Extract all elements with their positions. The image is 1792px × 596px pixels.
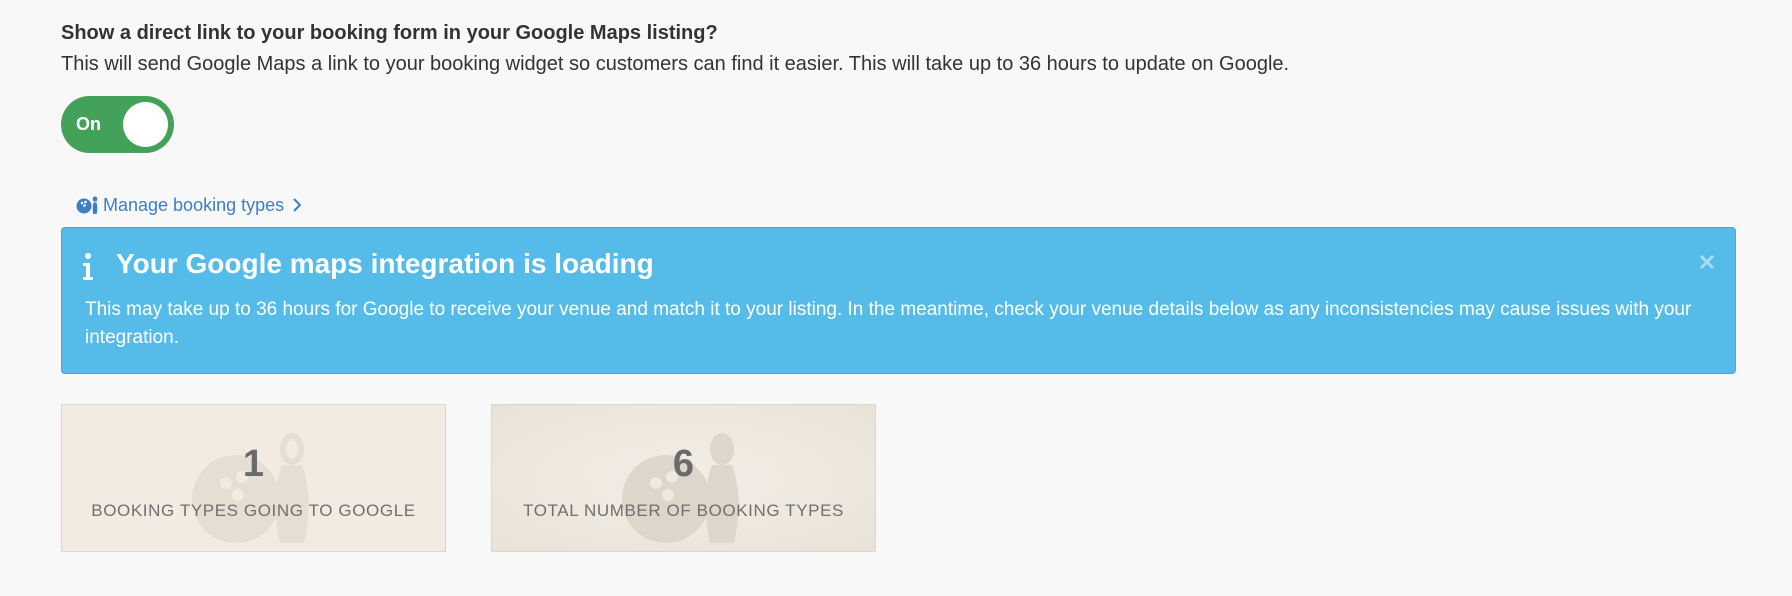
stat-card-google-booking-types: 1 BOOKING TYPES GOING TO GOOGLE bbox=[61, 404, 446, 552]
integration-loading-alert: Your Google maps integration is loading … bbox=[61, 227, 1736, 374]
stat-label: BOOKING TYPES GOING TO GOOGLE bbox=[91, 501, 416, 520]
alert-body: This may take up to 36 hours for Google … bbox=[85, 299, 1692, 348]
manage-link-label: Manage booking types bbox=[103, 194, 285, 215]
setting-description: This will send Google Maps a link to you… bbox=[61, 53, 1290, 75]
info-icon bbox=[83, 253, 93, 280]
toggle-knob bbox=[123, 102, 168, 147]
stat-value: 1 bbox=[242, 443, 265, 485]
manage-booking-types-link[interactable]: Manage booking types bbox=[76, 192, 302, 218]
close-icon[interactable] bbox=[1699, 254, 1715, 270]
bowling-icon bbox=[76, 196, 98, 214]
stat-card-total-booking-types: 6 TOTAL NUMBER OF BOOKING TYPES bbox=[491, 404, 876, 552]
toggle-label: On bbox=[76, 114, 101, 134]
stat-value: 6 bbox=[672, 443, 695, 485]
stat-label: TOTAL NUMBER OF BOOKING TYPES bbox=[523, 501, 844, 520]
setting-title: Show a direct link to your booking form … bbox=[61, 22, 718, 44]
alert-title: Your Google maps integration is loading bbox=[116, 248, 654, 279]
chevron-right-icon bbox=[293, 198, 302, 212]
direct-link-toggle[interactable]: On bbox=[61, 96, 174, 153]
google-maps-settings-page: Show a direct link to your booking form … bbox=[0, 0, 1792, 596]
